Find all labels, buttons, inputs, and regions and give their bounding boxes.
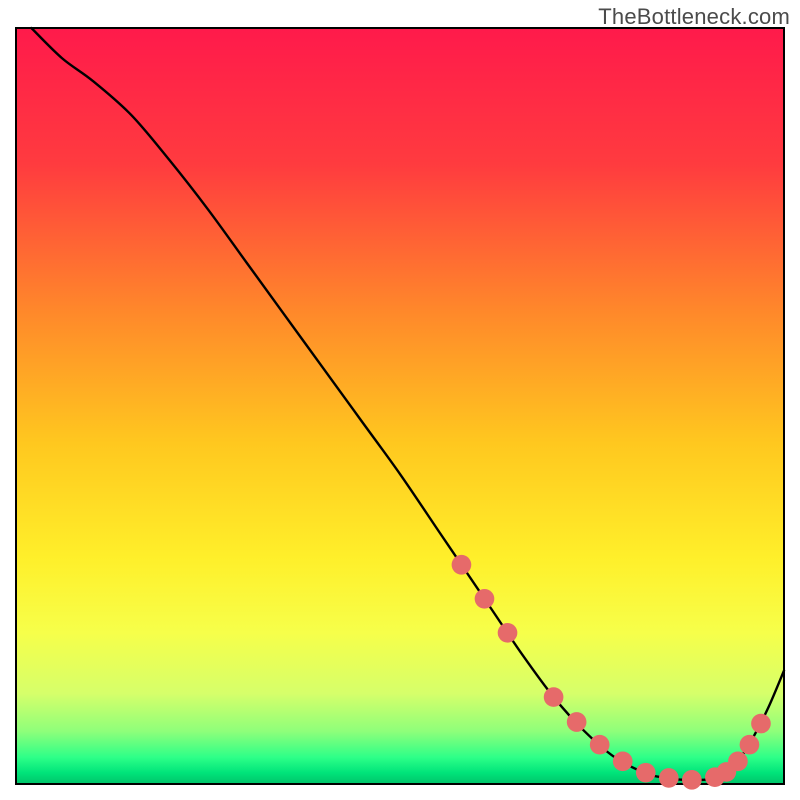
watermark-text: TheBottleneck.com <box>598 4 790 30</box>
marker-dot <box>682 770 702 790</box>
marker-dot <box>728 751 748 771</box>
gradient-background <box>16 28 784 784</box>
marker-dot <box>636 763 656 783</box>
marker-dot <box>567 712 587 732</box>
marker-dot <box>590 735 610 755</box>
marker-dot <box>659 768 679 788</box>
marker-dot <box>498 623 518 643</box>
marker-dot <box>544 687 564 707</box>
marker-dot <box>452 555 472 575</box>
chart-svg <box>0 0 800 800</box>
marker-dot <box>740 735 760 755</box>
marker-dot <box>613 751 633 771</box>
marker-dot <box>475 589 495 609</box>
chart-frame: TheBottleneck.com <box>0 0 800 800</box>
marker-dot <box>751 714 771 734</box>
